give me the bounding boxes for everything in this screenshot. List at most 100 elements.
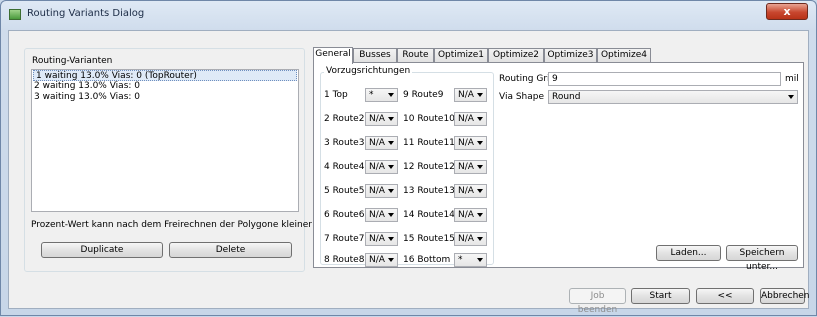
dialog-client-area: Routing-Varianten 1 waiting 13.0% Vias: … <box>8 30 810 315</box>
layer-label: 6 Route6 <box>324 210 365 220</box>
layer-label: 5 Route5 <box>324 186 365 196</box>
layer-direction-value: N/A <box>458 138 474 148</box>
chevron-down-icon <box>388 237 394 241</box>
layer-label: 1 Top <box>324 90 348 100</box>
variants-note: Prozent-Wert kann nach dem Freirechnen d… <box>31 220 352 230</box>
close-button[interactable]: x <box>766 3 808 20</box>
tab-general[interactable]: General <box>313 47 353 64</box>
tab-optimize1[interactable]: Optimize1 <box>434 48 488 63</box>
layer-direction-value: N/A <box>458 114 474 124</box>
layer-direction-value: N/A <box>369 186 385 196</box>
tab-optimize3[interactable]: Optimize3 <box>544 48 597 63</box>
routing-grid-input[interactable]: 9 <box>548 72 781 86</box>
dialog-window: Routing Variants Dialog x Routing-Varian… <box>0 0 817 316</box>
layer-direction-select[interactable]: N/A <box>365 136 398 150</box>
load-button[interactable]: Laden... <box>656 245 721 261</box>
layer-label: 12 Route12 <box>403 162 455 172</box>
layer-direction-value: N/A <box>369 138 385 148</box>
save-as-button[interactable]: Speichern unter... <box>726 245 798 272</box>
tab-route[interactable]: Route <box>397 48 434 63</box>
chevron-down-icon <box>477 165 483 169</box>
layer-direction-select[interactable]: N/A <box>454 184 487 198</box>
via-shape-value: Round <box>552 92 581 102</box>
chevron-down-icon <box>477 189 483 193</box>
tab-busses[interactable]: Busses <box>353 48 397 63</box>
app-icon <box>9 9 21 20</box>
layer-direction-select[interactable]: * <box>454 253 487 267</box>
layer-direction-select[interactable]: N/A <box>454 160 487 174</box>
chevron-down-icon <box>477 213 483 217</box>
layer-direction-value: N/A <box>369 162 385 172</box>
layer-direction-value: N/A <box>458 186 474 196</box>
routing-grid-unit: mil <box>785 74 799 84</box>
layer-direction-select[interactable]: N/A <box>454 208 487 222</box>
layer-label: 10 Route10 <box>403 114 455 124</box>
layer-label: 4 Route4 <box>324 162 365 172</box>
layer-direction-value: N/A <box>458 90 474 100</box>
start-button[interactable]: Start <box>631 288 690 304</box>
layer-label: 15 Route15 <box>403 234 455 244</box>
tab-optimize2[interactable]: Optimize2 <box>488 48 544 63</box>
back-button[interactable]: << <box>696 288 754 304</box>
end-job-button[interactable]: Job beenden <box>569 288 626 315</box>
layer-directions-label: Vorzugsrichtungen <box>324 66 413 76</box>
layer-direction-value: N/A <box>458 234 474 244</box>
chevron-down-icon <box>388 141 394 145</box>
layer-label: 8 Route8 <box>324 255 365 265</box>
layer-direction-value: N/A <box>369 234 385 244</box>
layer-direction-value: N/A <box>458 210 474 220</box>
layer-label: 2 Route2 <box>324 114 365 124</box>
layer-label: 3 Route3 <box>324 138 365 148</box>
layer-direction-value: N/A <box>458 162 474 172</box>
chevron-down-icon <box>477 93 483 97</box>
layer-direction-select[interactable]: N/A <box>365 160 398 174</box>
layer-direction-value: * <box>369 90 374 100</box>
layer-direction-select[interactable]: N/A <box>365 208 398 222</box>
layer-direction-value: * <box>458 255 463 265</box>
layer-label: 16 Bottom <box>403 255 451 265</box>
chevron-down-icon <box>477 237 483 241</box>
chevron-down-icon <box>388 213 394 217</box>
tab-optimize4[interactable]: Optimize4 <box>597 48 651 63</box>
list-item[interactable]: 2 waiting 13.0% Vias: 0 <box>32 81 298 92</box>
layer-direction-select[interactable]: N/A <box>365 232 398 246</box>
chevron-down-icon <box>477 258 483 262</box>
layer-label: 11 Route11 <box>403 138 455 148</box>
general-tab-panel: Vorzugsrichtungen 1 Top * 2 Route2 N/A 3… <box>313 62 804 272</box>
layer-direction-select[interactable]: N/A <box>454 112 487 126</box>
chevron-down-icon <box>388 117 394 121</box>
layer-label: 13 Route13 <box>403 186 455 196</box>
via-shape-select[interactable]: Round <box>548 90 798 104</box>
list-item[interactable]: 1 waiting 13.0% Vias: 0 (TopRouter) <box>33 70 297 81</box>
cancel-button[interactable]: Abbrechen <box>760 288 810 304</box>
layer-direction-select[interactable]: N/A <box>454 88 487 102</box>
layer-direction-select[interactable]: N/A <box>365 184 398 198</box>
chevron-down-icon <box>788 95 794 99</box>
layer-direction-select[interactable]: N/A <box>454 232 487 246</box>
layer-direction-select[interactable]: * <box>365 88 398 102</box>
delete-button[interactable]: Delete <box>169 242 292 258</box>
chevron-down-icon <box>388 165 394 169</box>
chevron-down-icon <box>388 189 394 193</box>
layer-label: 14 Route14 <box>403 210 455 220</box>
chevron-down-icon <box>388 93 394 97</box>
list-item[interactable]: 3 waiting 13.0% Vias: 0 <box>32 92 298 103</box>
chevron-down-icon <box>477 117 483 121</box>
layer-label: 7 Route7 <box>324 234 365 244</box>
layer-direction-value: N/A <box>369 114 385 124</box>
chevron-down-icon <box>388 258 394 262</box>
layer-direction-value: N/A <box>369 210 385 220</box>
window-title: Routing Variants Dialog <box>27 8 145 19</box>
chevron-down-icon <box>477 141 483 145</box>
variants-list-label: Routing-Varianten <box>32 56 113 66</box>
layer-direction-select[interactable]: N/A <box>365 253 398 267</box>
layer-direction-select[interactable]: N/A <box>454 136 487 150</box>
layer-label: 9 Route9 <box>403 90 444 100</box>
duplicate-button[interactable]: Duplicate <box>41 242 163 258</box>
routing-grid-label: Routing Grid <box>499 74 556 84</box>
variants-list[interactable]: 1 waiting 13.0% Vias: 0 (TopRouter) 2 wa… <box>31 69 299 212</box>
layer-direction-select[interactable]: N/A <box>365 112 398 126</box>
layer-direction-value: N/A <box>369 255 385 265</box>
via-shape-label: Via Shape <box>499 92 545 102</box>
title-bar[interactable]: Routing Variants Dialog x <box>1 1 816 29</box>
